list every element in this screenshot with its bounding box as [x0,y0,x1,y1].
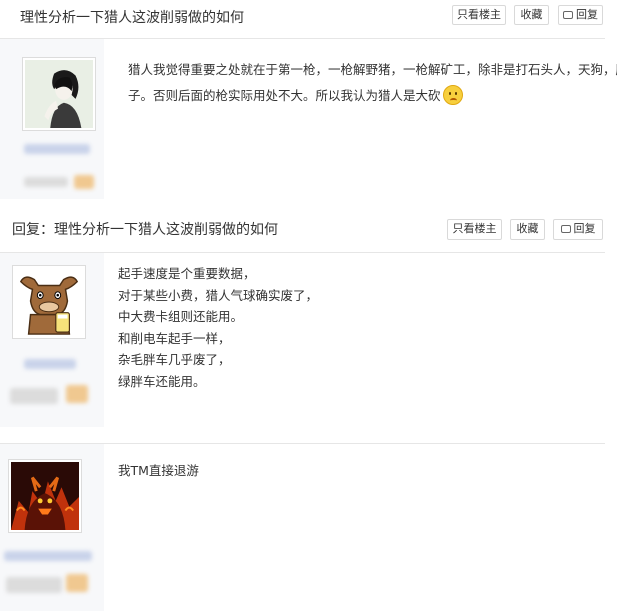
username-blurred [24,359,76,369]
reply-button-label: 回复 [573,222,596,235]
sad-face-emoji-icon [442,85,463,105]
post-text-line: 猎人我觉得重要之处就在于第一枪，一枪解野猪，一枪解矿工，除非是打石头人，天狗，胖 [128,62,617,77]
avatar[interactable] [22,57,96,131]
reply-button-label: 回复 [576,8,598,21]
post-content: 起手速度是个重要数据， 对于某些小费，猎人气球确实废了， 中大费卡组则还能用。 … [118,263,318,392]
avatar-image [15,268,83,336]
post-text-line: 起手速度是个重要数据， [118,266,256,281]
user-level-blurred [6,577,62,593]
favorite-button[interactable]: 收藏 [510,219,545,240]
thread-header: 理性分析一下猎人这波削弱做的如何 只看楼主 收藏 回复 [0,0,617,36]
post-text-line: 中大费卡组则还能用。 [118,309,244,324]
avatar[interactable] [12,265,86,339]
post-text-line: 子。否则后面的枪实际用处不大。所以我认为猎人是大砍 [128,88,441,103]
thread-title: 理性分析一下猎人这波削弱做的如何 [20,10,244,26]
reply-button[interactable]: 回复 [558,5,603,25]
user-badge-blurred [66,385,88,403]
post-item: 猎人我觉得重要之处就在于第一枪，一枪解野猪，一枪解矿工，除非是打石头人，天狗，胖… [0,39,617,199]
avatar-image [11,462,79,530]
post-text-line: 绿胖车还能用。 [118,373,206,389]
reply-button[interactable]: 回复 [553,219,603,240]
post-text-line: 我TM直接退游 [118,463,199,478]
comment-icon [563,11,573,19]
user-badge-blurred [66,574,88,592]
avatar[interactable] [8,459,82,533]
user-badge-blurred [74,175,94,189]
reply-header: 回复：理性分析一下猎人这波削弱做的如何 只看楼主 收藏 回复 [0,212,617,248]
post-content: 猎人我觉得重要之处就在于第一枪，一枪解野猪，一枪解矿工，除非是打石头人，天狗，胖… [128,57,617,109]
favorite-button[interactable]: 收藏 [514,5,549,25]
user-level-blurred [10,388,58,404]
post-item: 起手速度是个重要数据， 对于某些小费，猎人气球确实废了， 中大费卡组则还能用。 … [0,253,617,443]
only-op-button[interactable]: 只看楼主 [452,5,506,25]
reply-title: 回复：理性分析一下猎人这波削弱做的如何 [12,222,278,238]
post-text-line: 杂毛胖车几乎废了， [118,352,231,367]
username-blurred [24,144,90,154]
username-blurred [4,551,92,561]
user-level-blurred [24,177,68,187]
avatar-image [25,60,93,128]
comment-icon [560,225,571,233]
post-content: 我TM直接退游 [118,458,199,484]
post-text-line: 对于某些小费，猎人气球确实废了， [118,287,319,303]
only-op-button[interactable]: 只看楼主 [447,219,502,240]
post-item: 我TM直接退游 [0,444,617,611]
post-text-line: 和削电车起手一样， [118,330,231,346]
